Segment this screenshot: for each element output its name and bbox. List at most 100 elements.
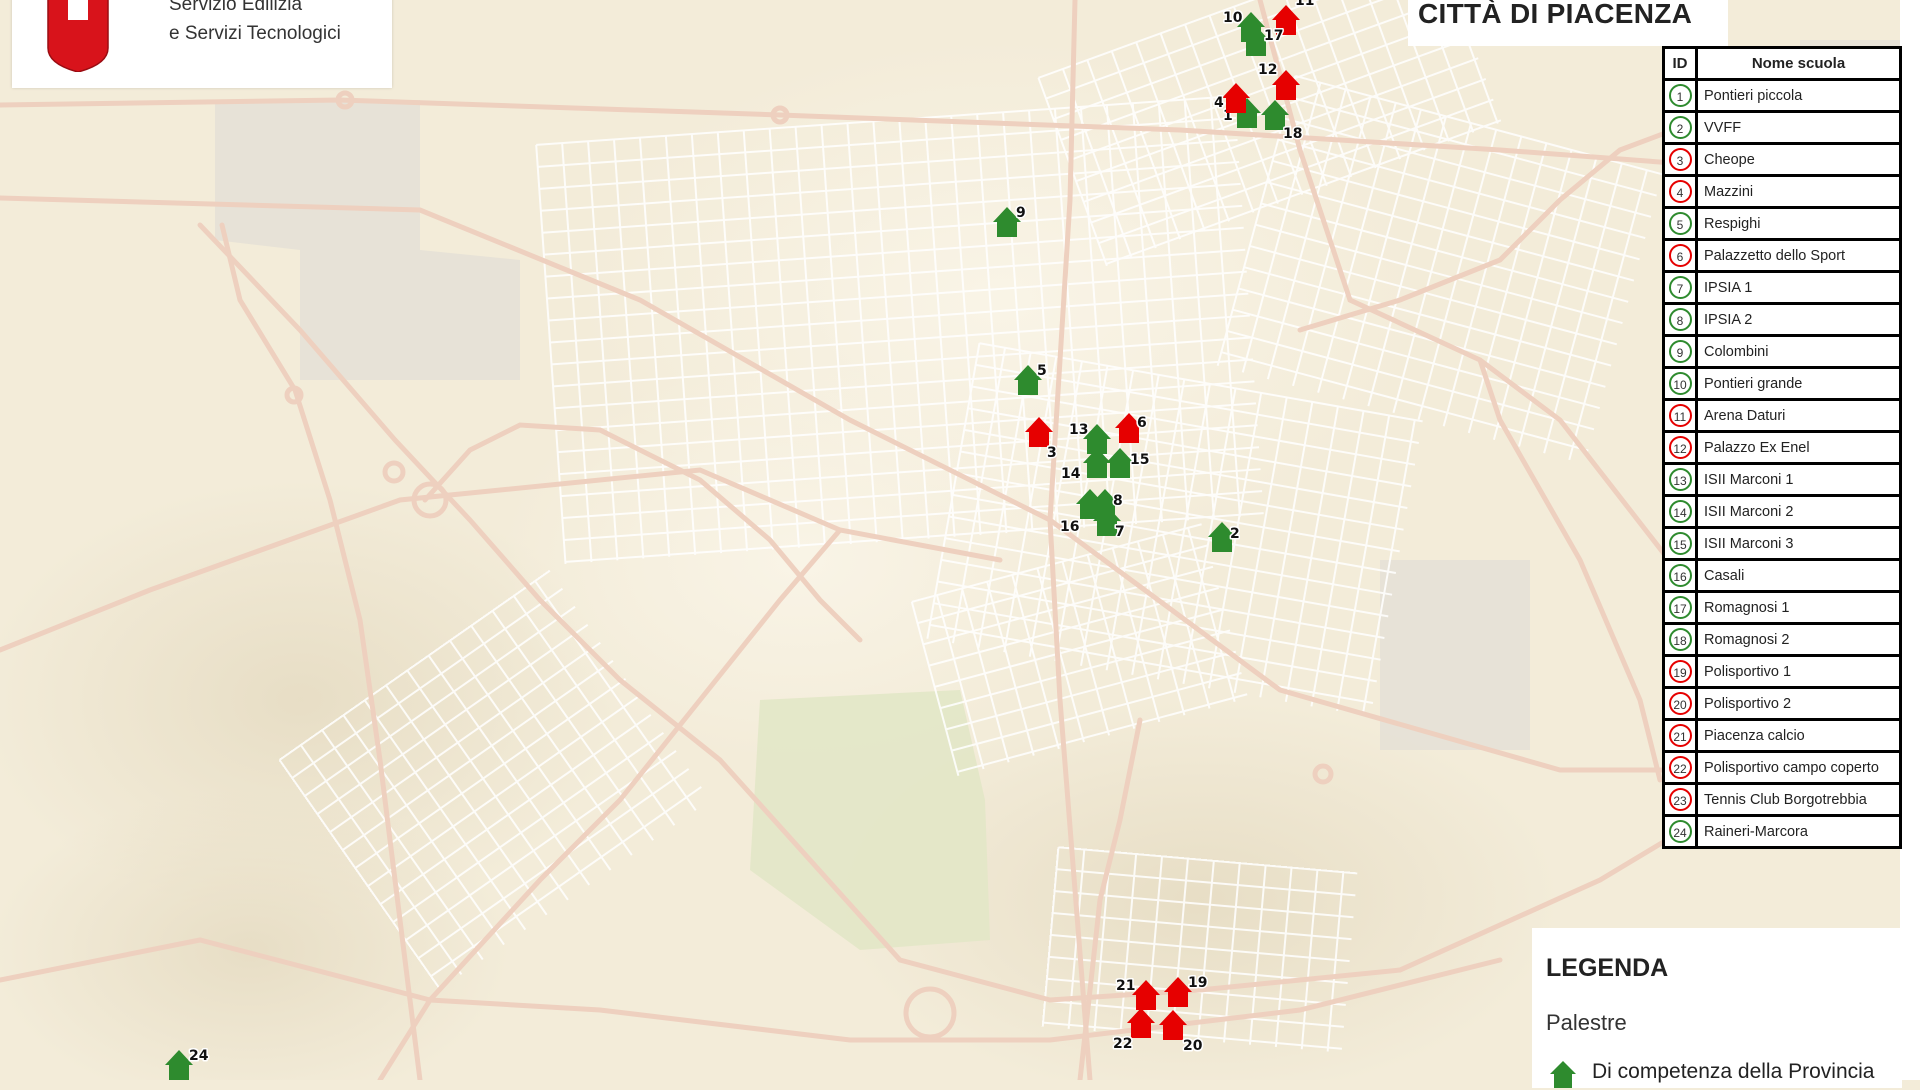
table-cell-id: 2 <box>1662 110 1698 145</box>
table-row: 2 VVFF <box>1662 110 1902 145</box>
header-department-line2: e Servizi Tecnologici <box>169 23 341 44</box>
table-row: 17 Romagnosi 1 <box>1662 590 1902 625</box>
table-cell-id: 22 <box>1662 750 1698 785</box>
table-cell-id: 11 <box>1662 398 1698 433</box>
map-marker-24[interactable]: 24 <box>165 1047 210 1080</box>
table-cell-id: 20 <box>1662 686 1698 721</box>
map-marker-4[interactable]: 4 <box>1213 83 1250 113</box>
id-badge: 3 <box>1668 148 1692 171</box>
table-cell-name: Respighi <box>1695 206 1902 241</box>
map-marker-15[interactable]: 15 <box>1106 448 1151 478</box>
id-badge: 24 <box>1668 820 1692 843</box>
table-row: 21 Piacenza calcio <box>1662 718 1902 753</box>
table-cell-name: ISII Marconi 1 <box>1695 462 1902 497</box>
id-badge: 8 <box>1668 308 1692 331</box>
table-cell-name: Casali <box>1695 558 1902 593</box>
table-cell-name: IPSIA 2 <box>1695 302 1902 337</box>
marker-label: 4 <box>1214 95 1224 111</box>
marker-label: 19 <box>1188 975 1207 991</box>
id-badge: 5 <box>1668 212 1692 235</box>
table-cell-id: 19 <box>1662 654 1698 689</box>
marker-label: 17 <box>1264 28 1283 44</box>
house-icon <box>1159 1010 1187 1040</box>
table-row: 10 Pontieri grande <box>1662 366 1902 401</box>
table-cell-name: Romagnosi 2 <box>1695 622 1902 657</box>
marker-label: 18 <box>1283 126 1302 142</box>
id-badge: 11 <box>1668 404 1692 427</box>
marker-label: 10 <box>1223 10 1243 26</box>
table-cell-name: Arena Daturi <box>1695 398 1902 433</box>
table-row: 24 Raineri-Marcora <box>1662 814 1902 849</box>
legend-title: LEGENDA <box>1546 954 1669 982</box>
marker-label: 7 <box>1115 524 1125 540</box>
table-cell-name: Polisportivo campo coperto <box>1695 750 1902 785</box>
table-row: 8 IPSIA 2 <box>1662 302 1902 337</box>
map-marker-13[interactable]: 13 <box>1068 421 1111 454</box>
table-cell-name: Palazzo Ex Enel <box>1695 430 1902 465</box>
table-row: 19 Polisportivo 1 <box>1662 654 1902 689</box>
table-cell-id: 18 <box>1662 622 1698 657</box>
map-marker-2[interactable]: 2 <box>1208 522 1241 552</box>
table-cell-id: 15 <box>1662 526 1698 561</box>
house-icon <box>1222 83 1250 113</box>
table-cell-id: 14 <box>1662 494 1698 529</box>
table-row: 11 Arena Daturi <box>1662 398 1902 433</box>
table-row: 22 Polisportivo campo coperto <box>1662 750 1902 785</box>
id-badge: 18 <box>1668 628 1692 651</box>
table-header-row: ID Nome scuola <box>1662 46 1902 81</box>
table-cell-id: 23 <box>1662 782 1698 817</box>
table-header-name: Nome scuola <box>1695 46 1902 81</box>
table-cell-name: Romagnosi 1 <box>1695 590 1902 625</box>
map-marker-18[interactable]: 18 <box>1261 100 1304 144</box>
id-badge: 12 <box>1668 436 1692 459</box>
map-marker-3[interactable]: 3 <box>1025 417 1058 463</box>
table-row: 14 ISII Marconi 2 <box>1662 494 1902 529</box>
house-icon <box>1025 417 1053 447</box>
map-marker-6[interactable]: 6 <box>1115 413 1148 443</box>
table-row: 4 Mazzini <box>1662 174 1902 209</box>
table-row: 16 Casali <box>1662 558 1902 593</box>
table-cell-name: Raineri-Marcora <box>1695 814 1902 849</box>
table-cell-name: Polisportivo 1 <box>1695 654 1902 689</box>
table-cell-name: Polisportivo 2 <box>1695 686 1902 721</box>
table-cell-id: 8 <box>1662 302 1698 337</box>
table-row: 13 ISII Marconi 1 <box>1662 462 1902 497</box>
table-row: 7 IPSIA 1 <box>1662 270 1902 305</box>
table-cell-id: 17 <box>1662 590 1698 625</box>
id-badge: 10 <box>1668 372 1692 395</box>
map-marker-19[interactable]: 19 <box>1164 974 1209 1007</box>
table-cell-name: Colombini <box>1695 334 1902 369</box>
title-box: CITTÀ DI PIACENZA <box>1408 0 1728 46</box>
school-table: ID Nome scuola 1 Pontieri piccola 2 VVFF 3 Ch… <box>1662 46 1902 849</box>
map-marker-21[interactable]: 21 <box>1115 977 1160 1010</box>
table-cell-id: 3 <box>1662 142 1698 177</box>
table-cell-id: 12 <box>1662 430 1698 465</box>
table-row: 12 Palazzo Ex Enel <box>1662 430 1902 465</box>
table-cell-id: 7 <box>1662 270 1698 305</box>
page-border <box>1900 0 1920 1080</box>
map-marker-22[interactable]: 22 <box>1112 1008 1155 1054</box>
marker-label: 20 <box>1183 1038 1203 1054</box>
id-badge: 17 <box>1668 596 1692 619</box>
id-badge: 14 <box>1668 500 1692 523</box>
table-row: 15 ISII Marconi 3 <box>1662 526 1902 561</box>
table-row: 6 Palazzetto dello Sport <box>1662 238 1902 273</box>
table-row: 3 Cheope <box>1662 142 1902 177</box>
map-marker-20[interactable]: 20 <box>1159 1010 1204 1056</box>
marker-label: 16 <box>1060 519 1079 535</box>
id-badge: 22 <box>1668 756 1692 779</box>
marker-label: 13 <box>1069 422 1088 438</box>
table-row: 5 Respighi <box>1662 206 1902 241</box>
map-marker-12[interactable]: 12 <box>1257 61 1300 100</box>
marker-label: 6 <box>1137 415 1147 431</box>
table-row: 18 Romagnosi 2 <box>1662 622 1902 657</box>
map-marker-5[interactable]: 5 <box>1014 362 1048 395</box>
id-badge: 1 <box>1668 84 1692 107</box>
table-cell-id: 21 <box>1662 718 1698 753</box>
house-icon <box>1550 1061 1576 1088</box>
table-cell-id: 9 <box>1662 334 1698 369</box>
marker-label: 12 <box>1258 62 1277 78</box>
map-marker-9[interactable]: 9 <box>993 204 1027 237</box>
legend-subtitle: Palestre <box>1546 1010 1627 1035</box>
table-cell-name: Tennis Club Borgotrebbia <box>1695 782 1902 817</box>
